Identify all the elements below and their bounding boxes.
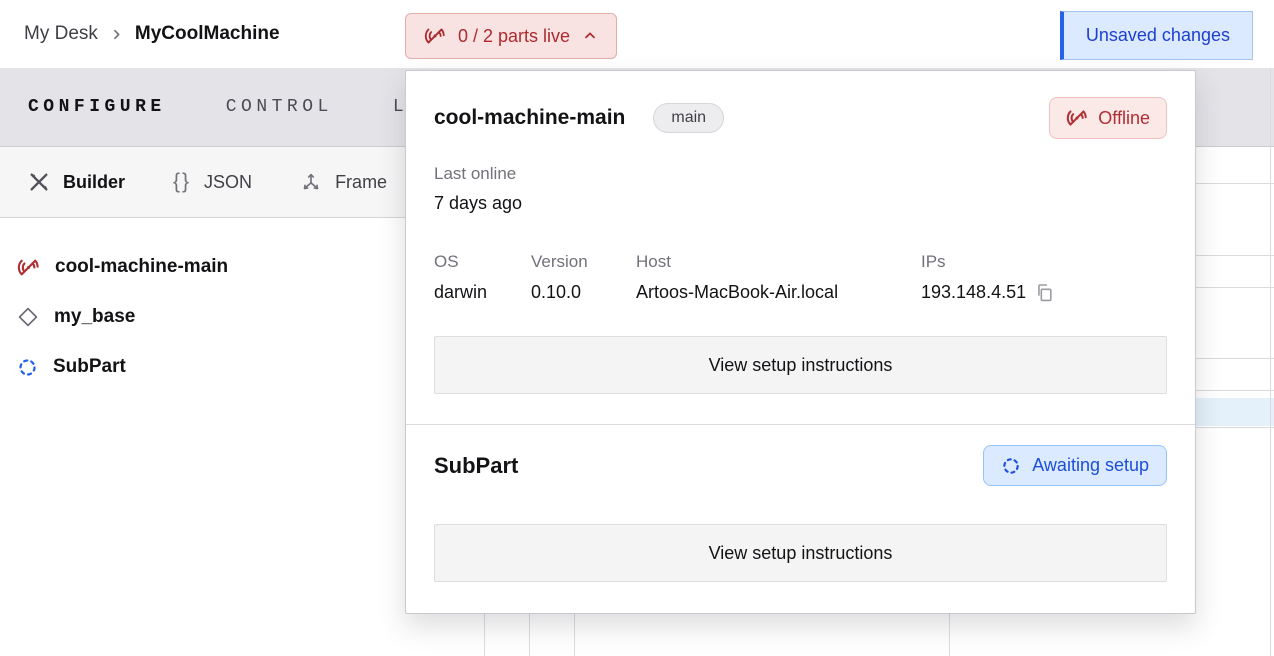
diamond-icon <box>17 306 39 328</box>
background-column-divider <box>949 614 950 656</box>
background-column-divider <box>484 614 485 656</box>
chevron-right-icon <box>110 28 123 41</box>
main-part-badge: main <box>653 103 724 133</box>
host-value: Artoos-MacBook-Air.local <box>636 282 921 303</box>
background-content-right-edge <box>1196 147 1274 656</box>
status-badge-label: Offline <box>1098 108 1150 129</box>
part-meta-table: OS darwin Version 0.10.0 Host Artoos-Mac… <box>434 252 1167 303</box>
view-setup-instructions-button[interactable]: View setup instructions <box>434 524 1167 582</box>
frame-axis-icon <box>300 171 322 193</box>
offline-icon <box>1066 107 1088 129</box>
background-column-divider <box>529 614 530 656</box>
part-name-label: cool-machine-main <box>55 256 228 278</box>
list-item-cool-machine-main[interactable]: cool-machine-main <box>0 242 400 292</box>
top-header: My Desk MyCoolMachine 0 / 2 parts live U… <box>0 0 1274 68</box>
host-column-header: Host <box>636 252 921 272</box>
main-part-section: cool-machine-main main Offline Last onli… <box>406 71 1195 394</box>
list-item-my-base[interactable]: my_base <box>0 292 400 342</box>
unsaved-changes-label: Unsaved changes <box>1086 25 1230 46</box>
os-value: darwin <box>434 282 531 303</box>
json-mode-button[interactable]: {} JSON <box>173 170 252 194</box>
last-online-label: Last online <box>434 164 1167 184</box>
breadcrumb: My Desk MyCoolMachine <box>24 0 280 68</box>
copy-icon[interactable] <box>1035 283 1054 302</box>
tools-icon <box>28 171 50 193</box>
subpart-section: SubPart Awaiting setup View setup instru… <box>406 425 1195 582</box>
machine-parts-list: cool-machine-main my_base SubPart <box>0 242 400 392</box>
dashed-circle-icon <box>1001 456 1021 476</box>
tab-control[interactable]: CONTROL <box>226 97 333 117</box>
background-column-divider <box>574 614 575 656</box>
version-link[interactable]: 0.10.0 <box>531 282 636 303</box>
status-badge-label: Awaiting setup <box>1032 455 1149 476</box>
tab-configure[interactable]: CONFIGURE <box>28 97 166 117</box>
right-edge-divider <box>1270 68 1271 656</box>
chevron-up-icon <box>582 28 598 44</box>
braces-icon: {} <box>173 170 191 194</box>
ip-value: 193.148.4.51 <box>921 282 1026 303</box>
highlighted-row-fragment <box>1196 398 1274 426</box>
part-name-label: my_base <box>54 306 135 328</box>
json-label: JSON <box>204 172 252 193</box>
offline-icon <box>17 256 40 279</box>
version-column-header: Version <box>531 252 636 272</box>
breadcrumb-machine-name: MyCoolMachine <box>135 23 280 45</box>
view-setup-instructions-button[interactable]: View setup instructions <box>434 336 1167 394</box>
parts-live-label: 0 / 2 parts live <box>458 26 570 47</box>
last-online-value: 7 days ago <box>434 193 1167 214</box>
frame-label: Frame <box>335 172 387 193</box>
frame-mode-button[interactable]: Frame <box>300 171 387 193</box>
builder-label: Builder <box>63 172 125 193</box>
ips-column-header: IPs <box>921 252 1054 272</box>
breadcrumb-root-link[interactable]: My Desk <box>24 23 98 45</box>
part-title: SubPart <box>434 453 518 479</box>
builder-mode-button[interactable]: Builder <box>28 171 125 193</box>
offline-icon <box>424 25 446 47</box>
status-badge-awaiting-setup[interactable]: Awaiting setup <box>983 445 1167 486</box>
part-name-label: SubPart <box>53 356 126 378</box>
dashed-circle-icon <box>17 357 38 378</box>
part-title: cool-machine-main <box>434 106 625 130</box>
unsaved-changes-button[interactable]: Unsaved changes <box>1060 11 1253 60</box>
status-badge-offline: Offline <box>1049 97 1167 139</box>
parts-live-dropdown-button[interactable]: 0 / 2 parts live <box>405 13 617 59</box>
list-item-subpart[interactable]: SubPart <box>0 342 400 392</box>
parts-status-dropdown-panel: cool-machine-main main Offline Last onli… <box>405 70 1196 614</box>
os-column-header: OS <box>434 252 531 272</box>
